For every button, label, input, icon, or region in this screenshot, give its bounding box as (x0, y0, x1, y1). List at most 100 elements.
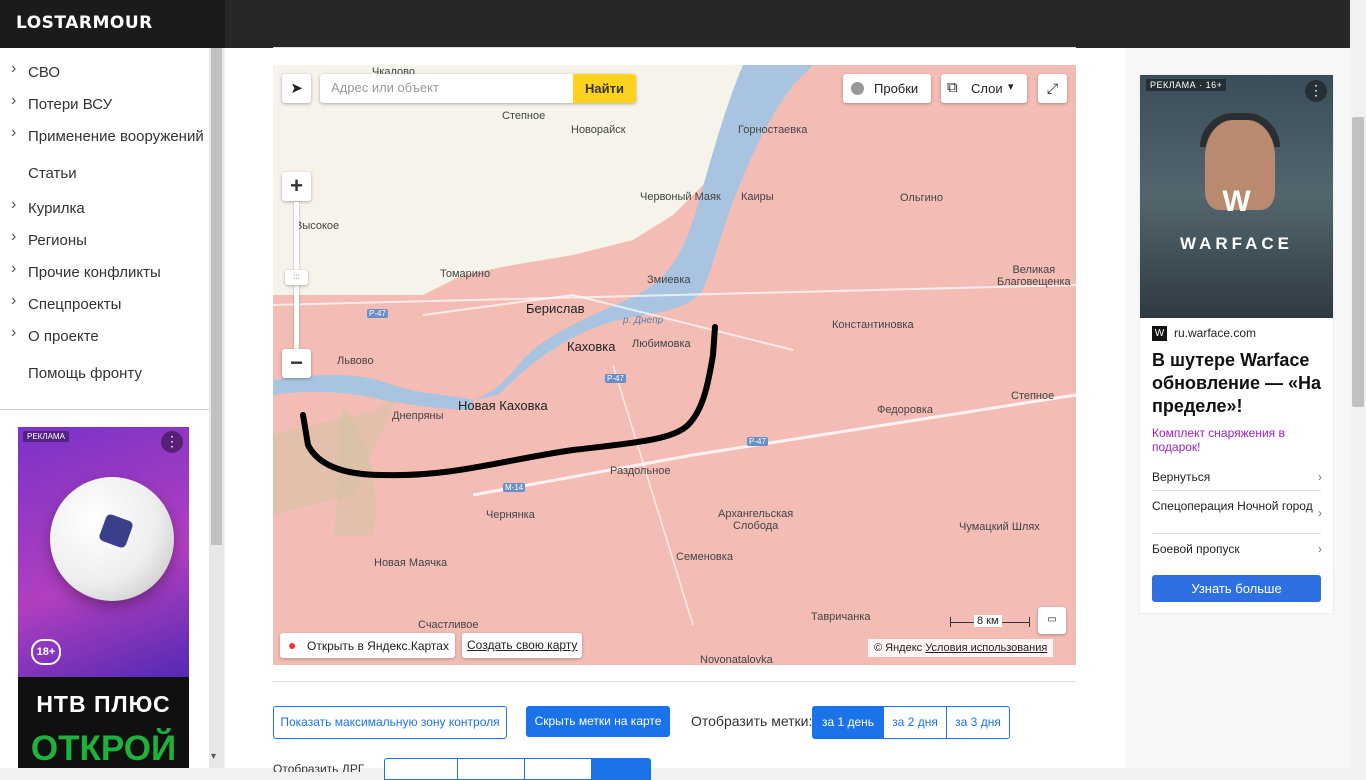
sidebar-item-label: Прочие конфликты (28, 264, 161, 281)
hide-marks-button[interactable]: Скрыть метки на карте (526, 706, 670, 737)
map-label: р. Днепр (623, 315, 664, 326)
map-widget[interactable]: Чкалово Степное Новорайск Горностаевка Ч… (273, 65, 1076, 665)
ad-tag: РЕКЛАМА (23, 431, 69, 442)
map-label: Великая Благовещенка (997, 264, 1071, 288)
ad-link[interactable]: Боевой пропуск › (1152, 542, 1322, 556)
chevron-right-icon: › (11, 60, 17, 77)
map-copyright: © Яндекс Условия использования (868, 639, 1054, 657)
map-scale: 8 км (950, 613, 1030, 631)
sidebar-scrollbar-thumb[interactable] (211, 48, 222, 545)
game-name: WARFACE (1180, 234, 1293, 253)
map-label: Счастливое (418, 619, 479, 631)
ad-cta-button[interactable]: Узнать больше (1152, 575, 1321, 602)
terms-link[interactable]: Условия использования (925, 642, 1047, 654)
sidebar-item[interactable]: › Потери ВСУ (0, 92, 209, 122)
drg-option-active[interactable] (591, 758, 651, 780)
zoom-slider-handle[interactable]: ::: (285, 270, 308, 285)
ad-domain[interactable]: ru.warface.com (1174, 326, 1256, 340)
ad-menu-icon[interactable]: ⋮ (1305, 80, 1327, 102)
sidebar-item[interactable]: › Применение вооружений (0, 124, 209, 154)
chevron-right-icon: › (11, 124, 17, 141)
ad-link[interactable]: Спецоперация Ночной город › (1152, 499, 1322, 520)
ruler-icon[interactable]: ▭ (1038, 607, 1066, 634)
map-label: Червоный Маяк (640, 191, 721, 203)
map-label: Змиевка (647, 274, 691, 286)
map-label: Новая Маячка (374, 557, 448, 569)
search-placeholder: Адрес или объект (331, 80, 439, 95)
ad-link[interactable]: Вернуться › (1152, 470, 1322, 484)
map-label: Степное (1011, 390, 1055, 402)
ad-link-label: Спецоперация Ночной город (1152, 499, 1313, 513)
page-scrollbar-thumb[interactable] (1352, 117, 1364, 407)
chevron-right-icon: › (11, 292, 17, 309)
logo-container[interactable]: LOSTARMOUR (0, 0, 225, 48)
geolocation-icon[interactable]: ➤ (282, 74, 311, 103)
scroll-down-arrow-icon[interactable]: ▾ (211, 751, 216, 762)
age-rating-badge: 18+ (31, 639, 61, 665)
show-max-zone-button[interactable]: Показать максимальную зону контроля (273, 706, 507, 739)
chevron-right-icon: › (11, 228, 17, 245)
sidebar-item[interactable]: Помощь фронту (0, 363, 209, 391)
drg-option[interactable] (524, 758, 592, 780)
ad-image[interactable]: W WARFACE (1140, 75, 1333, 318)
sidebar-item[interactable]: › Регионы (0, 228, 209, 258)
layers-label: Слои (971, 81, 1003, 96)
fullscreen-icon[interactable]: ⤢ (1038, 74, 1067, 103)
sidebar-divider (0, 409, 209, 410)
map-label: Семеновка (676, 551, 733, 563)
map-label: Томарино (440, 268, 491, 280)
sidebar-item-label: О проекте (28, 328, 99, 345)
create-map-link[interactable]: Создать свою карту (462, 633, 583, 658)
layers-button[interactable]: ⧉ Слои ▾ (941, 74, 1027, 103)
drg-option[interactable] (457, 758, 525, 780)
site-logo[interactable]: LOSTARMOUR (16, 13, 153, 33)
open-yandex-label: Открыть в Яндекс.Картах (307, 639, 449, 653)
open-in-yandex-button[interactable]: ● Открыть в Яндекс.Картах (280, 633, 455, 658)
chevron-right-icon: › (1318, 470, 1322, 484)
ad-link-divider (1152, 490, 1321, 491)
sidebar-item-label: Потери ВСУ (28, 96, 113, 113)
ad-link-divider (1152, 533, 1321, 534)
site-favicon-icon: W (1152, 326, 1167, 341)
map-label: Чернянка (486, 509, 535, 521)
sidebar-item[interactable]: › СВО (0, 60, 209, 90)
traffic-button[interactable]: Пробки (843, 74, 931, 103)
marks-period-label: Отобразить метки: (691, 713, 813, 729)
ad-cta-text: ОТКРОЙ (30, 729, 177, 768)
map-label: Архангельская Слобода (718, 508, 794, 532)
road-badge: Р-47 (605, 374, 626, 383)
map-label: Любимовка (632, 338, 691, 350)
sidebar-item[interactable]: › О проекте (0, 324, 209, 354)
ad-headline[interactable]: В шутере Warface обновление — «На предел… (1152, 349, 1327, 418)
map-label: Константиновка (832, 319, 914, 331)
sidebar-item-label: Курилка (28, 200, 85, 217)
sidebar-item[interactable]: › Прочие конфликты (0, 260, 209, 290)
sidebar-item[interactable]: › Курилка (0, 196, 209, 226)
chevron-right-icon: › (11, 260, 17, 277)
sidebar-item-label: Помощь фронту (28, 365, 142, 382)
map-label: Высокое (295, 220, 340, 232)
chevron-right-icon: › (1318, 506, 1322, 520)
sidebar-item-label: СВО (28, 64, 61, 81)
period-2-days[interactable]: за 2 дня (883, 706, 947, 739)
right-ad-card[interactable]: W WARFACE РЕКЛАМА · 16+ ⋮ W ru.warface.c… (1140, 75, 1333, 613)
map-label: Берислав (526, 301, 585, 316)
ad-link-label: Боевой пропуск (1152, 542, 1240, 556)
drg-option[interactable] (384, 758, 458, 780)
sidebar-item[interactable]: Статьи (0, 163, 209, 191)
sidebar-ad-banner[interactable]: РЕКЛАМА ⋮ 18+ НТВ ПЛЮС ОТКРОЙ (18, 427, 189, 768)
map-search-button[interactable]: Найти (573, 74, 636, 103)
map-canvas[interactable] (273, 65, 1076, 665)
zoom-in-button[interactable]: + (282, 172, 311, 201)
traffic-icon (851, 82, 864, 95)
zoom-out-button[interactable]: − (282, 349, 311, 378)
content-divider-bottom (273, 681, 1076, 682)
chevron-down-icon: ▾ (1008, 81, 1014, 93)
period-1-day[interactable]: за 1 день (812, 706, 884, 739)
period-3-days[interactable]: за 3 дня (946, 706, 1010, 739)
layers-icon: ⧉ (947, 79, 958, 96)
ad-menu-icon[interactable]: ⋮ (161, 431, 183, 453)
map-label: Горностаевка (738, 124, 808, 136)
map-label: Львово (337, 355, 374, 367)
sidebar-item[interactable]: › Спецпроекты (0, 292, 209, 322)
